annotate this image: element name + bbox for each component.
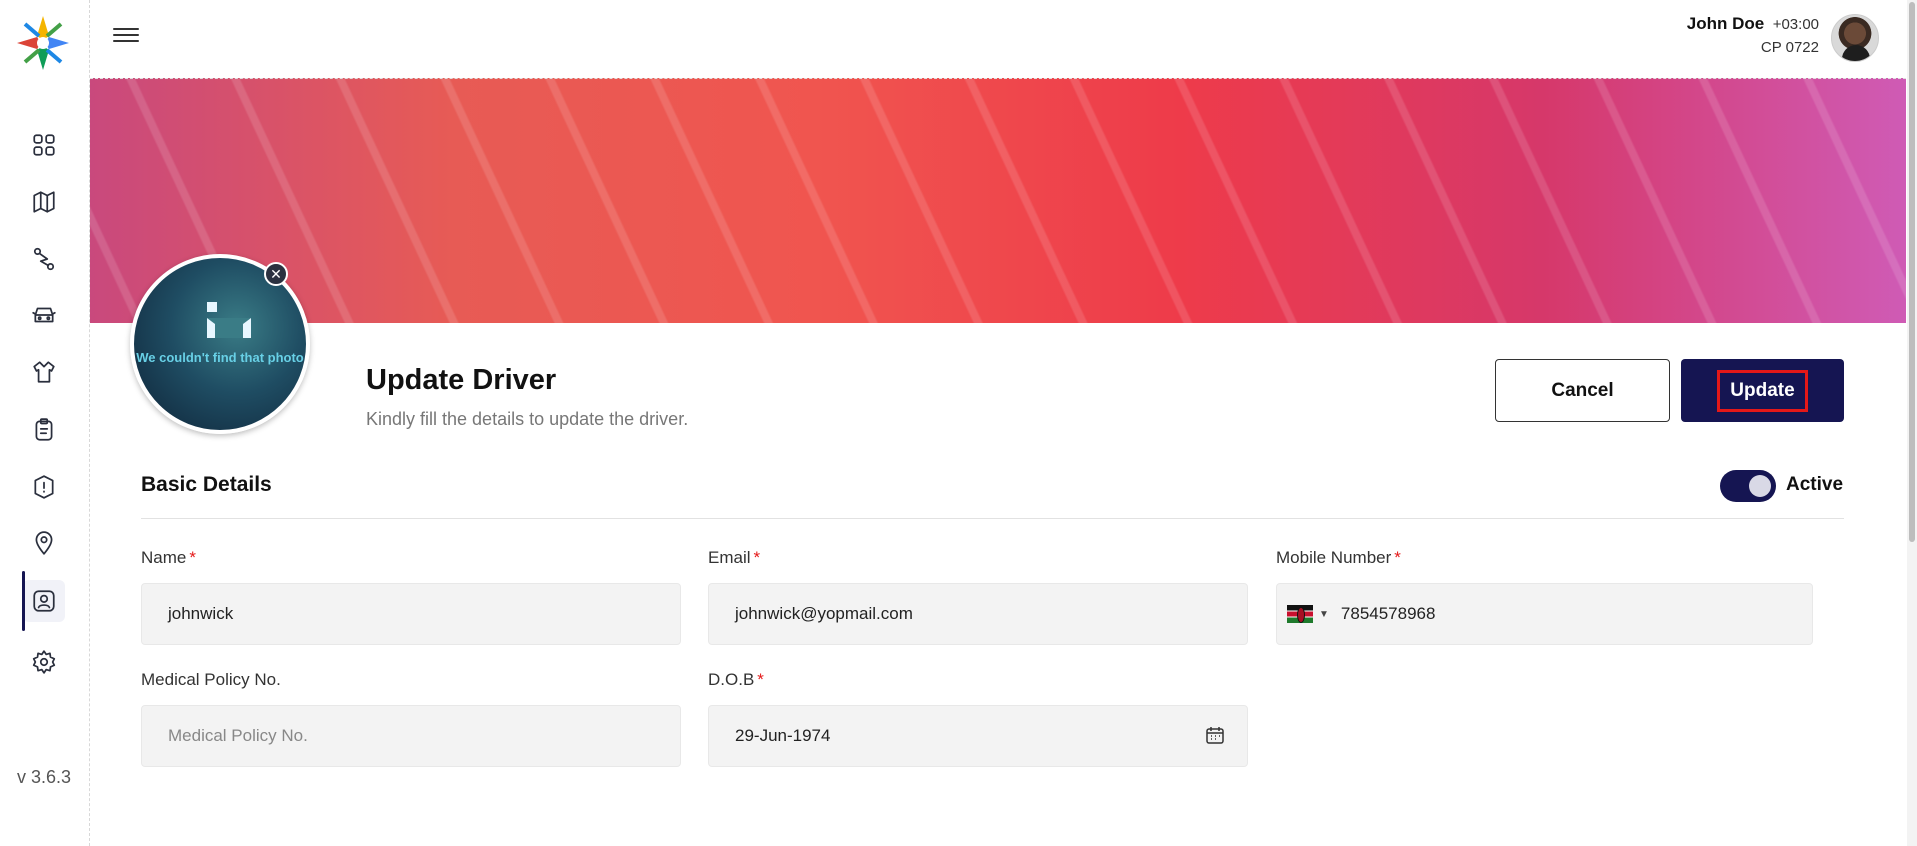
sidebar: v 3.6.3 xyxy=(0,0,90,846)
sidebar-item-alerts[interactable] xyxy=(23,466,65,508)
sidebar-item-vehicles[interactable] xyxy=(23,294,65,336)
name-label: Name * xyxy=(141,548,196,567)
avatar[interactable] xyxy=(1831,14,1879,62)
user-name: John Doe xyxy=(1686,14,1765,33)
sidebar-item-uniforms[interactable] xyxy=(23,351,65,393)
hamburger-menu-icon[interactable] xyxy=(113,24,139,48)
car-icon xyxy=(32,307,56,323)
sidebar-item-map[interactable] xyxy=(23,181,65,223)
page-subtitle: Kindly fill the details to update the dr… xyxy=(366,409,689,429)
sidebar-item-routes[interactable] xyxy=(23,238,65,280)
mobile-input[interactable]: ▼ 7854578968 xyxy=(1276,583,1813,645)
calendar-icon[interactable] xyxy=(1205,725,1225,745)
page-scrollbar[interactable] xyxy=(1907,0,1917,846)
dob-input[interactable]: 29-Jun-1974 xyxy=(708,705,1248,767)
remove-photo-button[interactable]: ✕ xyxy=(264,262,288,286)
sidebar-item-dashboard[interactable] xyxy=(23,124,65,166)
sidebar-item-tasks[interactable] xyxy=(23,409,65,451)
sidebar-item-settings[interactable] xyxy=(23,641,65,683)
active-toggle-label: Active xyxy=(1786,474,1844,495)
route-icon xyxy=(33,247,55,271)
medical-policy-label: Medical Policy No. xyxy=(141,670,281,689)
section-divider xyxy=(141,518,1844,519)
mobile-label: Mobile Number * xyxy=(1276,548,1401,567)
toggle-knob xyxy=(1749,475,1771,497)
sidebar-item-locations[interactable] xyxy=(23,522,65,564)
update-button-label: Update xyxy=(1717,369,1808,412)
user-timezone: +03:00 xyxy=(1772,16,1819,33)
sidebar-item-drivers[interactable] xyxy=(22,571,65,631)
user-info[interactable]: John Doe +03:00 CP 0722 xyxy=(1687,14,1819,56)
location-pin-icon xyxy=(35,531,53,555)
email-label: Email * xyxy=(708,548,761,567)
shirt-icon xyxy=(33,361,55,383)
map-icon xyxy=(33,191,55,213)
medical-policy-placeholder: Medical Policy No. xyxy=(168,726,308,745)
app-logo-icon[interactable] xyxy=(15,14,71,72)
app-version: v 3.6.3 xyxy=(16,767,72,787)
photo-error-text: We couldn't find that photo xyxy=(136,350,304,365)
mobile-value: 7854578968 xyxy=(1340,604,1436,623)
profile-banner xyxy=(90,78,1906,323)
scrollbar-thumb[interactable] xyxy=(1909,2,1915,542)
photo-placeholder-icon xyxy=(207,302,251,338)
dob-label: D.O.B * xyxy=(708,670,764,689)
user-id-icon xyxy=(33,590,55,612)
dob-value: 29-Jun-1974 xyxy=(735,726,831,745)
alert-shield-icon xyxy=(34,475,54,499)
page-title: Update Driver xyxy=(366,364,557,396)
name-value: johnwick xyxy=(168,604,234,623)
update-button[interactable]: Update xyxy=(1681,359,1844,422)
settings-gear-icon xyxy=(32,650,56,674)
cancel-button[interactable]: Cancel xyxy=(1495,359,1670,422)
section-title: Basic Details xyxy=(141,473,272,496)
name-input[interactable]: johnwick xyxy=(141,583,681,645)
email-input[interactable]: johnwick@yopmail.com xyxy=(708,583,1248,645)
active-toggle[interactable] xyxy=(1720,470,1776,502)
user-code: CP 0722 xyxy=(1760,39,1819,56)
email-value: johnwick@yopmail.com xyxy=(735,604,913,623)
country-dropdown-icon[interactable]: ▼ xyxy=(1319,609,1329,620)
dashboard-grid-icon xyxy=(33,134,55,156)
clipboard-icon xyxy=(35,418,53,441)
medical-policy-input[interactable]: Medical Policy No. xyxy=(141,705,681,767)
kenya-flag-icon[interactable] xyxy=(1287,605,1313,623)
